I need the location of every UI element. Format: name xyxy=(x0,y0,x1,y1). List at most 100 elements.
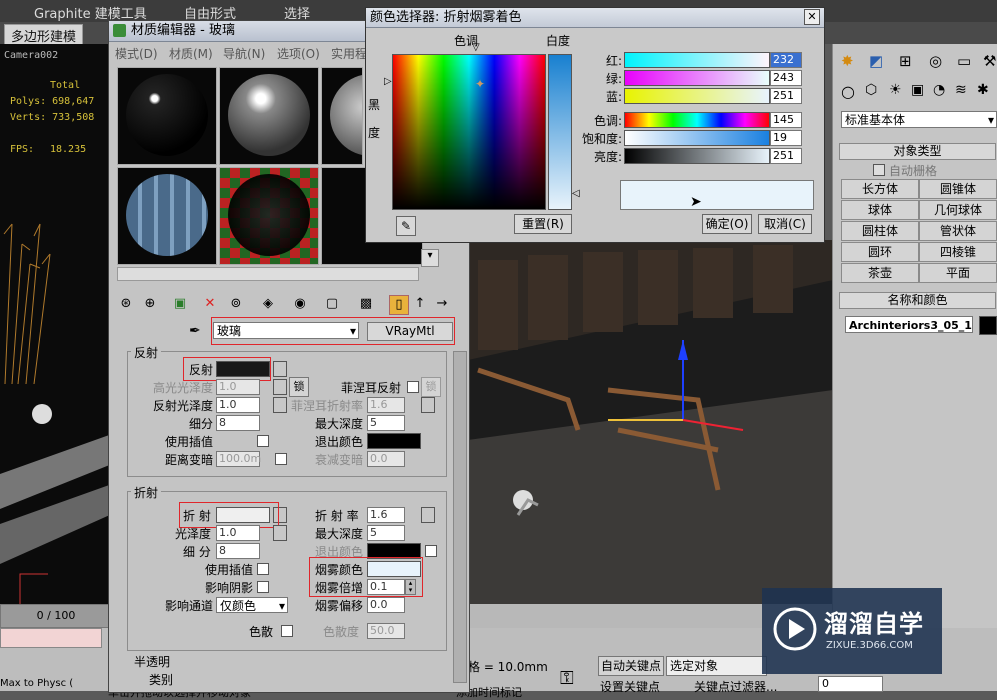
cameras-icon[interactable]: ▣ xyxy=(911,82,924,98)
blue-value[interactable]: 251 xyxy=(770,88,802,104)
motion-tab-icon[interactable]: ◎ xyxy=(929,52,942,70)
refl-gloss-input[interactable]: 1.0 xyxy=(216,397,260,413)
go-sibling-icon[interactable]: → xyxy=(433,295,451,313)
material-slot[interactable] xyxy=(321,67,363,165)
material-slot[interactable] xyxy=(117,167,217,265)
key-mode-dropdown[interactable]: 选定对象 xyxy=(666,656,767,676)
hierarchy-tab-icon[interactable]: ⊞ xyxy=(899,52,912,70)
name-color-rollout[interactable]: 名称和颜色 xyxy=(839,292,996,309)
material-slot[interactable] xyxy=(219,67,319,165)
ok-button[interactable]: 确定(O) xyxy=(702,214,752,234)
refr-subdivs-input[interactable]: 8 xyxy=(216,543,260,559)
box-button[interactable]: 长方体 xyxy=(841,179,919,199)
object-color-swatch[interactable] xyxy=(979,316,997,335)
tube-button[interactable]: 管状体 xyxy=(919,221,997,241)
fresnel-lock-button[interactable]: 锁 xyxy=(421,377,441,397)
get-material-icon[interactable]: ⊛ xyxy=(117,295,135,313)
left-viewport[interactable]: Camera002 Total Polys: 698,647 Verts: 73… xyxy=(0,44,112,604)
refl-max-depth-input[interactable]: 5 xyxy=(367,415,405,431)
create-tab-icon[interactable]: ✸ xyxy=(841,52,854,70)
menu-mode[interactable]: 模式(D) xyxy=(115,45,158,62)
green-value[interactable]: 243 xyxy=(770,70,802,86)
material-slot[interactable] xyxy=(117,67,217,165)
menu-options[interactable]: 选项(O) xyxy=(277,45,320,62)
refr-use-interp-checkbox[interactable] xyxy=(257,563,269,575)
close-icon[interactable]: ✕ xyxy=(804,9,820,25)
slot-scrollbar[interactable] xyxy=(117,267,419,281)
reset-button[interactable]: 重置(R) xyxy=(514,214,572,234)
menu-navigation[interactable]: 导航(N) xyxy=(223,45,265,62)
display-tab-icon[interactable]: ▭ xyxy=(957,52,971,70)
menu-utilities[interactable]: 实用程 xyxy=(331,45,367,62)
key-filters-button[interactable]: 关键点过滤器... xyxy=(694,678,777,695)
dispersion-checkbox[interactable] xyxy=(281,625,293,637)
refl-use-interp-checkbox[interactable] xyxy=(257,435,269,447)
modify-tab-icon[interactable]: ◩ xyxy=(869,52,883,70)
torus-button[interactable]: 圆环 xyxy=(841,242,919,262)
maxscript-listener[interactable] xyxy=(0,628,102,648)
value-slider[interactable] xyxy=(624,148,770,164)
affect-shadows-checkbox[interactable] xyxy=(257,581,269,593)
eyedropper-icon[interactable]: ✒ xyxy=(189,323,201,339)
shapes-icon[interactable]: ⬡ xyxy=(865,82,877,98)
whiteness-marker-icon[interactable]: ◁ xyxy=(572,188,580,199)
geometry-icon[interactable]: ○ xyxy=(841,82,855,101)
saturation-value[interactable]: 19 xyxy=(770,130,802,146)
color-cursor-icon[interactable]: ✦ xyxy=(475,77,485,91)
put-to-scene-icon[interactable]: ⊕ xyxy=(141,295,159,313)
editor-scrollbar[interactable] xyxy=(453,351,467,683)
fresnel-ior-map-button[interactable] xyxy=(421,397,435,413)
red-value[interactable]: 232 xyxy=(770,52,802,68)
blue-slider[interactable] xyxy=(624,88,770,104)
dim-falloff-input[interactable]: 0.0 xyxy=(367,451,405,467)
show-end-result-icon[interactable]: ▯ xyxy=(389,295,409,315)
saturation-slider[interactable] xyxy=(624,130,770,146)
dim-distance-input[interactable]: 100.0m xyxy=(216,451,261,467)
refl-gloss-map-button[interactable] xyxy=(273,397,287,413)
hue-value[interactable]: 145 xyxy=(770,112,802,128)
color-picker-titlebar[interactable]: 颜色选择器: 折射烟雾着色 ✕ xyxy=(366,8,824,28)
refr-gloss-map-button[interactable] xyxy=(273,525,287,541)
material-slot[interactable] xyxy=(219,167,319,265)
set-key-button[interactable]: 设置关键点 xyxy=(598,678,662,694)
primitive-type-dropdown[interactable]: 标准基本体 ▾ xyxy=(841,111,997,128)
fog-bias-input[interactable]: 0.0 xyxy=(367,597,405,613)
make-copy-icon[interactable]: ⊚ xyxy=(227,295,245,313)
reflect-map-button[interactable] xyxy=(273,361,287,377)
cancel-button[interactable]: 取消(C) xyxy=(758,214,812,234)
hilight-lock-button[interactable]: 锁 xyxy=(289,377,309,397)
refl-exit-color-swatch[interactable] xyxy=(367,433,421,449)
object-name-field[interactable]: Archinteriors3_05_19 xyxy=(845,316,973,333)
sphere-button[interactable]: 球体 xyxy=(841,200,919,220)
affect-channels-dropdown[interactable]: 仅颜色 ▾ xyxy=(216,597,288,613)
hilight-gloss-input[interactable]: 1.0 xyxy=(216,379,260,395)
menu-material[interactable]: 材质(M) xyxy=(169,45,213,62)
hue-slider[interactable] xyxy=(624,112,770,128)
sample-type-button[interactable]: ▾ xyxy=(421,249,439,267)
blackness-marker-icon[interactable]: ▷ xyxy=(384,76,392,87)
eyedropper-icon[interactable]: ✎ xyxy=(396,216,416,236)
abbe-input[interactable]: 50.0 xyxy=(367,623,405,639)
hue-blackness-field[interactable]: ✦ xyxy=(392,54,546,210)
show-map-icon[interactable]: ▩ xyxy=(357,295,375,313)
teapot-button[interactable]: 茶壶 xyxy=(841,263,919,283)
whiteness-bar[interactable] xyxy=(548,54,572,210)
refr-max-depth-input[interactable]: 5 xyxy=(367,525,405,541)
refr-gloss-input[interactable]: 1.0 xyxy=(216,525,260,541)
autogrid-option[interactable]: 自动栅格 xyxy=(873,162,937,179)
make-unique-icon[interactable]: ◈ xyxy=(259,295,277,313)
autogrid-checkbox[interactable] xyxy=(873,164,885,176)
lights-icon[interactable]: ☀ xyxy=(889,82,902,98)
hilight-map-button[interactable] xyxy=(273,379,287,395)
cone-button[interactable]: 圆锥体 xyxy=(919,179,997,199)
fresnel-ior-input[interactable]: 1.6 xyxy=(367,397,405,413)
ior-map-button[interactable] xyxy=(421,507,435,523)
geosphere-button[interactable]: 几何球体 xyxy=(919,200,997,220)
green-slider[interactable] xyxy=(624,70,770,86)
object-type-rollout[interactable]: 对象类型 xyxy=(839,143,996,160)
refl-subdivs-input[interactable]: 8 xyxy=(216,415,260,431)
dim-distance-checkbox[interactable] xyxy=(275,453,287,465)
material-id-icon[interactable]: ▢ xyxy=(323,295,341,313)
perspective-viewport[interactable] xyxy=(468,240,833,635)
utilities-tab-icon[interactable]: ⚒ xyxy=(983,52,996,70)
